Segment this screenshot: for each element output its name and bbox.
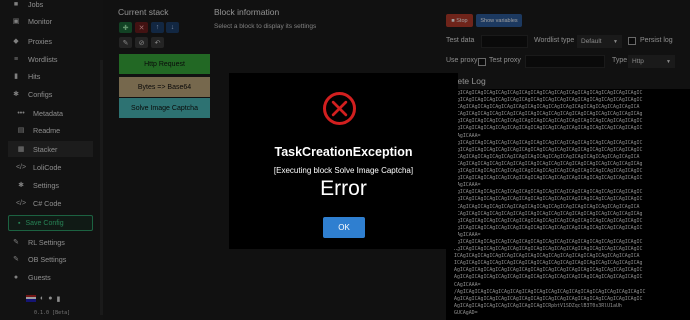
error-x-icon	[323, 92, 356, 125]
error-subtitle: [Executing block Solve Image Captcha]	[273, 166, 414, 175]
error-dialog: TaskCreationException [Executing block S…	[229, 73, 458, 249]
error-message: Error	[320, 177, 367, 200]
ok-button[interactable]: OK	[323, 217, 365, 238]
error-title: TaskCreationException	[274, 145, 413, 159]
